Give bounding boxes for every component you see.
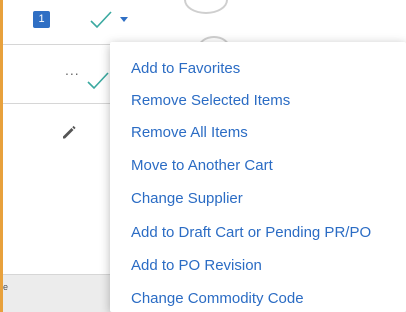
- pencil-icon[interactable]: [61, 124, 77, 140]
- count-badge: 1: [33, 11, 50, 28]
- menu-item-add-to-draft-cart[interactable]: Add to Draft Cart or Pending PR/PO: [131, 224, 371, 244]
- check-icon: [87, 72, 109, 90]
- menu-item-move-to-another-cart[interactable]: Move to Another Cart: [131, 157, 273, 177]
- truncated-label: e: [3, 282, 9, 292]
- menu-item-change-commodity-code[interactable]: Change Commodity Code: [131, 290, 304, 310]
- more-ellipsis-icon[interactable]: ...: [65, 62, 80, 78]
- cart-page: 1 ... e Add to Favorites Remove Selected…: [0, 0, 406, 312]
- menu-item-add-to-po-revision[interactable]: Add to PO Revision: [131, 257, 262, 277]
- actions-dropdown-menu: Add to Favorites Remove Selected Items R…: [110, 42, 406, 312]
- table-row: 1: [3, 0, 168, 44]
- menu-item-remove-all-items[interactable]: Remove All Items: [131, 124, 248, 144]
- menu-item-add-to-favorites[interactable]: Add to Favorites: [131, 60, 240, 80]
- chevron-down-icon[interactable]: [120, 17, 128, 22]
- check-icon[interactable]: [89, 10, 113, 30]
- menu-item-remove-selected-items[interactable]: Remove Selected Items: [131, 92, 290, 112]
- menu-item-change-supplier[interactable]: Change Supplier: [131, 190, 243, 210]
